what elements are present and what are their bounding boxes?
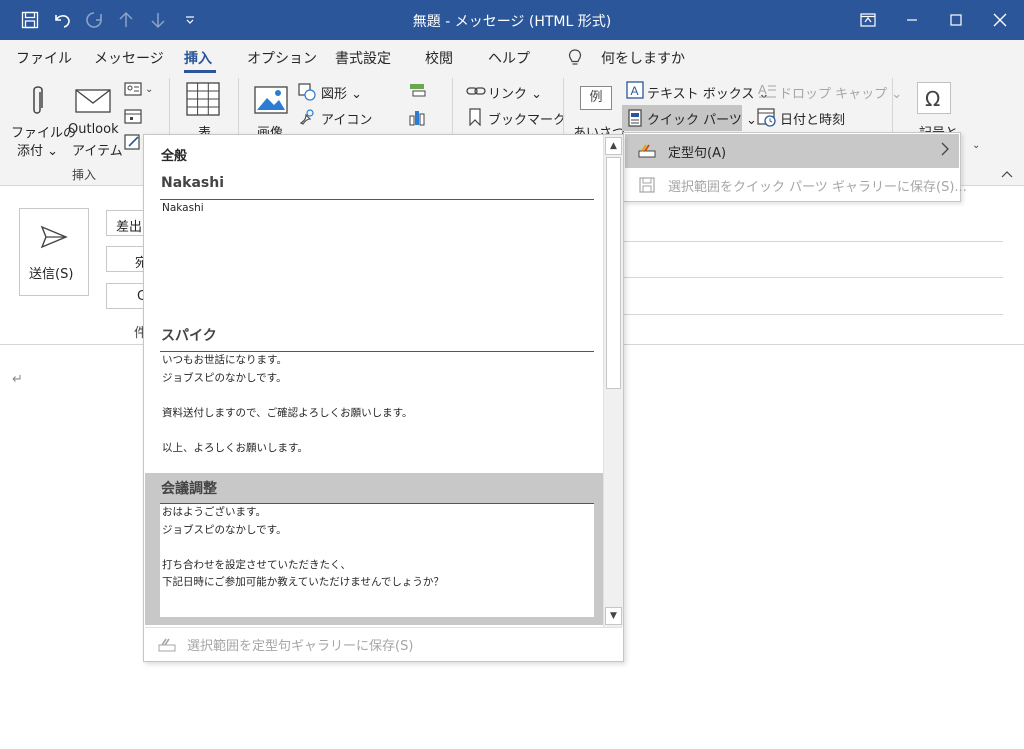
- signature-icon[interactable]: [124, 134, 142, 150]
- symbol-dropdown-icon[interactable]: ⌄: [972, 140, 980, 151]
- dropcap-icon: A: [757, 81, 777, 99]
- save-autotext-footer: 選択範囲を定型句ギャラリーに保存(S): [145, 627, 622, 661]
- menu-item-autotext[interactable]: 定型句(A): [625, 134, 959, 168]
- entry-preview[interactable]: Nakashi: [160, 199, 594, 311]
- autotext-save-icon: [158, 637, 178, 653]
- business-card-icon[interactable]: ⌄: [124, 82, 153, 96]
- gallery-heading: 全般: [161, 149, 188, 164]
- active-tab-indicator: [184, 70, 216, 73]
- picture-icon[interactable]: [254, 86, 288, 114]
- svg-text:A: A: [631, 84, 639, 98]
- from-button[interactable]: 差出: [106, 210, 146, 236]
- tab-options[interactable]: オプション: [247, 48, 317, 68]
- attach-file-label2[interactable]: 添付 ⌄: [17, 140, 58, 159]
- envelope-icon[interactable]: [75, 84, 111, 114]
- datetime-label[interactable]: 日付と時刻: [780, 109, 845, 128]
- autotext-label: 定型句(A): [668, 145, 727, 161]
- omega-icon[interactable]: Ω: [917, 82, 951, 114]
- entry-line: 以上、よろしくお願いします。: [162, 441, 308, 454]
- smartart-icon[interactable]: [408, 82, 426, 98]
- entry-name[interactable]: 会議調整: [161, 478, 217, 498]
- quickparts-label[interactable]: クイック パーツ ⌄: [647, 109, 757, 128]
- scroll-thumb[interactable]: [606, 157, 621, 389]
- outlook-item-label1[interactable]: Outlook: [68, 122, 119, 137]
- entry-line: 資料送付しますので、ご確認よろしくお願いします。: [162, 406, 413, 419]
- scroll-up-icon[interactable]: ▲: [605, 137, 622, 155]
- entry-line: [160, 387, 594, 405]
- textbox-label[interactable]: テキスト ボックス ⌄: [647, 83, 769, 102]
- table-icon[interactable]: [186, 82, 220, 116]
- entry-line: Nakashi: [162, 202, 204, 214]
- to-field-line[interactable]: [624, 277, 1003, 278]
- entry-line: [160, 422, 594, 440]
- send-icon: [40, 225, 68, 249]
- chevron-right-icon: [941, 142, 949, 156]
- greeting-sample[interactable]: 例: [580, 86, 612, 110]
- entry-line: [160, 539, 594, 557]
- link-icon[interactable]: [466, 83, 486, 99]
- insert-group-label: 挿入: [72, 168, 97, 182]
- collapse-ribbon-icon[interactable]: [1001, 170, 1013, 178]
- shapes-label[interactable]: 図形 ⌄: [321, 83, 362, 102]
- chart-icon[interactable]: [408, 108, 426, 126]
- tell-me-search[interactable]: 何をしますか: [601, 48, 685, 68]
- close-icon[interactable]: [978, 0, 1022, 40]
- gallery-scrollbar[interactable]: ▲ ▼: [603, 135, 623, 627]
- scroll-down-icon[interactable]: ▼: [605, 607, 622, 625]
- ribbon-display-icon[interactable]: [846, 0, 890, 40]
- icons-label[interactable]: アイコン: [321, 109, 372, 128]
- quickparts-icon[interactable]: [628, 109, 642, 127]
- tab-file[interactable]: ファイル: [16, 48, 72, 68]
- save-disk-icon: [639, 177, 655, 193]
- calendar-icon[interactable]: [124, 108, 142, 124]
- save-quickparts-label: 選択範囲をクイック パーツ ギャラリーに保存(S)...: [668, 179, 967, 195]
- paperclip-icon[interactable]: [28, 84, 46, 118]
- from-label: 差出: [116, 220, 143, 235]
- entry-line: いつもお世話になります。: [162, 354, 287, 366]
- svg-text:Ω: Ω: [925, 87, 940, 111]
- icons-icon[interactable]: [298, 108, 316, 126]
- link-label[interactable]: リンク ⌄: [488, 83, 542, 102]
- entry-line: ジョブスピのなかしです。: [162, 523, 287, 536]
- menu-item-save-quickparts: 選択範囲をクイック パーツ ギャラリーに保存(S)...: [625, 168, 967, 202]
- cc-field-line[interactable]: [624, 314, 1003, 315]
- bookmark-label[interactable]: ブックマーク: [488, 109, 566, 128]
- bookmark-icon[interactable]: [468, 108, 482, 126]
- lightbulb-icon: [568, 49, 582, 67]
- from-field-line: [624, 241, 1003, 242]
- autotext-gallery: 全般 Nakashi Nakashi スパイク いつもお世話になります。 ジョブ…: [143, 134, 624, 662]
- send-label: 送信(S): [29, 267, 74, 282]
- entry-preview[interactable]: いつもお世話になります。 ジョブスピのなかしです。 資料送付しますので、ご確認よ…: [160, 351, 594, 463]
- save-autotext-label: 選択範囲を定型句ギャラリーに保存(S): [187, 639, 414, 654]
- autotext-icon: [638, 143, 656, 159]
- datetime-icon[interactable]: [757, 107, 777, 127]
- shapes-icon[interactable]: [298, 83, 316, 101]
- tab-help[interactable]: ヘルプ: [488, 48, 530, 68]
- tab-review[interactable]: 校閲: [425, 48, 453, 68]
- minimize-icon[interactable]: [890, 0, 934, 40]
- entry-preview[interactable]: おはようございます。 ジョブスピのなかしです。 打ち合わせを設定させていただきた…: [160, 503, 594, 617]
- tab-format[interactable]: 書式設定: [335, 48, 391, 68]
- outlook-item-label2[interactable]: アイテム: [72, 140, 123, 159]
- tab-insert[interactable]: 挿入: [184, 48, 212, 68]
- maximize-icon[interactable]: [934, 0, 978, 40]
- attach-file-label1[interactable]: ファイルの: [11, 122, 76, 141]
- title-bar: 無題 - メッセージ (HTML 形式): [0, 0, 1024, 40]
- entry-name[interactable]: スパイク: [161, 325, 217, 345]
- entry-line: 下記日時にご参加可能か教えていただけませんでしょうか？: [162, 576, 444, 588]
- textbox-icon[interactable]: A: [626, 81, 644, 99]
- quickparts-menu: 定型句(A) 選択範囲をクイック パーツ ギャラリーに保存(S)...: [623, 132, 967, 202]
- entry-line: ジョブスピのなかしです。: [162, 371, 287, 384]
- cc-button[interactable]: C: [106, 283, 146, 309]
- entry-line: おはようございます。: [162, 506, 266, 518]
- to-button[interactable]: 宛: [106, 246, 148, 272]
- paragraph-mark: ↵: [12, 372, 23, 387]
- svg-text:A: A: [758, 82, 767, 97]
- ribbon-tabs: ファイル メッセージ 挿入 オプション 書式設定 校閲 ヘルプ 何をしますか: [0, 40, 1024, 74]
- tab-message[interactable]: メッセージ: [94, 48, 164, 68]
- entry-line: 打ち合わせを設定させていただきたく、: [162, 558, 351, 571]
- send-button[interactable]: 送信(S): [19, 208, 89, 296]
- dropcap-label: ドロップ キャップ ⌄: [779, 87, 903, 102]
- entry-name[interactable]: Nakashi: [161, 175, 224, 191]
